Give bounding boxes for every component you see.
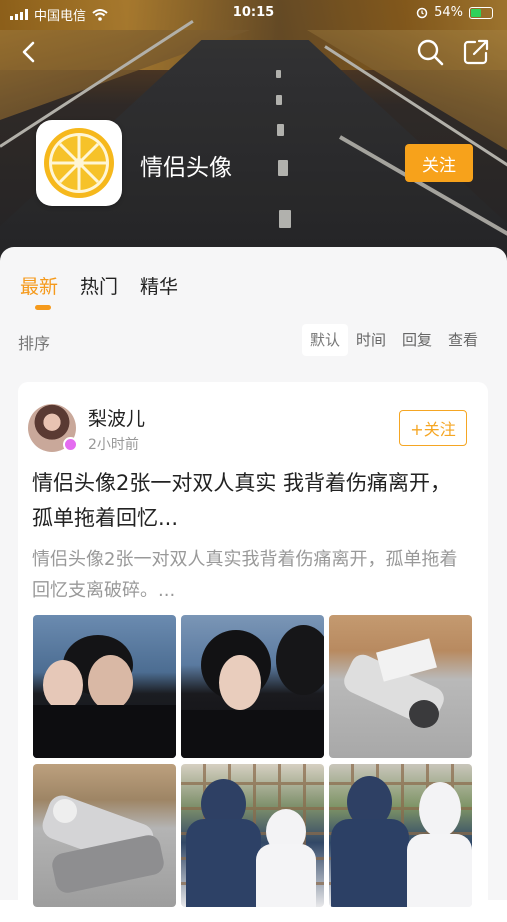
status-bar: 中国电信 10:15 54% (0, 0, 507, 26)
tab-hot[interactable]: 热门 (80, 272, 118, 299)
sort-default[interactable]: 默认 (302, 324, 349, 356)
sort-views[interactable]: 查看 (440, 324, 486, 356)
post-title[interactable]: 情侣头像2张一对双人真实 我背着伤痛离开，孤单拖着回忆... (32, 466, 472, 536)
search-icon[interactable] (416, 38, 444, 66)
post-image[interactable] (181, 615, 324, 758)
battery-icon (469, 6, 493, 19)
group-follow-button[interactable]: 关注 (405, 144, 473, 182)
post-author[interactable]: 梨波儿 (88, 404, 145, 431)
post-excerpt[interactable]: 情侣头像2张一对双人真实我背着伤痛离开，孤单拖着回忆支离破碎。... (32, 544, 472, 606)
sort-replies[interactable]: 回复 (394, 324, 440, 356)
sort-label: 排序 (18, 334, 51, 353)
post-image[interactable] (181, 764, 324, 907)
tab-bar: 最新 热门 精华 (20, 272, 178, 299)
tab-featured[interactable]: 精华 (140, 272, 178, 299)
post-image[interactable] (329, 615, 472, 758)
tab-latest[interactable]: 最新 (20, 272, 58, 299)
post-image[interactable] (33, 764, 176, 907)
group-logo[interactable] (36, 120, 122, 206)
sort-time[interactable]: 时间 (348, 324, 394, 356)
group-title: 情侣头像 (140, 155, 232, 181)
post-image[interactable] (33, 615, 176, 758)
author-follow-button[interactable]: +关注 (399, 410, 467, 446)
battery-percent: 54% (434, 5, 463, 20)
alarm-icon (416, 7, 428, 18)
lemon-slice-icon (44, 128, 114, 198)
active-tab-indicator (35, 305, 51, 310)
post-time: 2小时前 (88, 437, 139, 453)
share-icon[interactable] (462, 38, 490, 66)
sort-options: 默认 时间 回复 查看 (302, 324, 486, 356)
post-image[interactable] (329, 764, 472, 907)
verified-badge-icon (63, 437, 78, 452)
back-icon[interactable] (18, 40, 42, 64)
